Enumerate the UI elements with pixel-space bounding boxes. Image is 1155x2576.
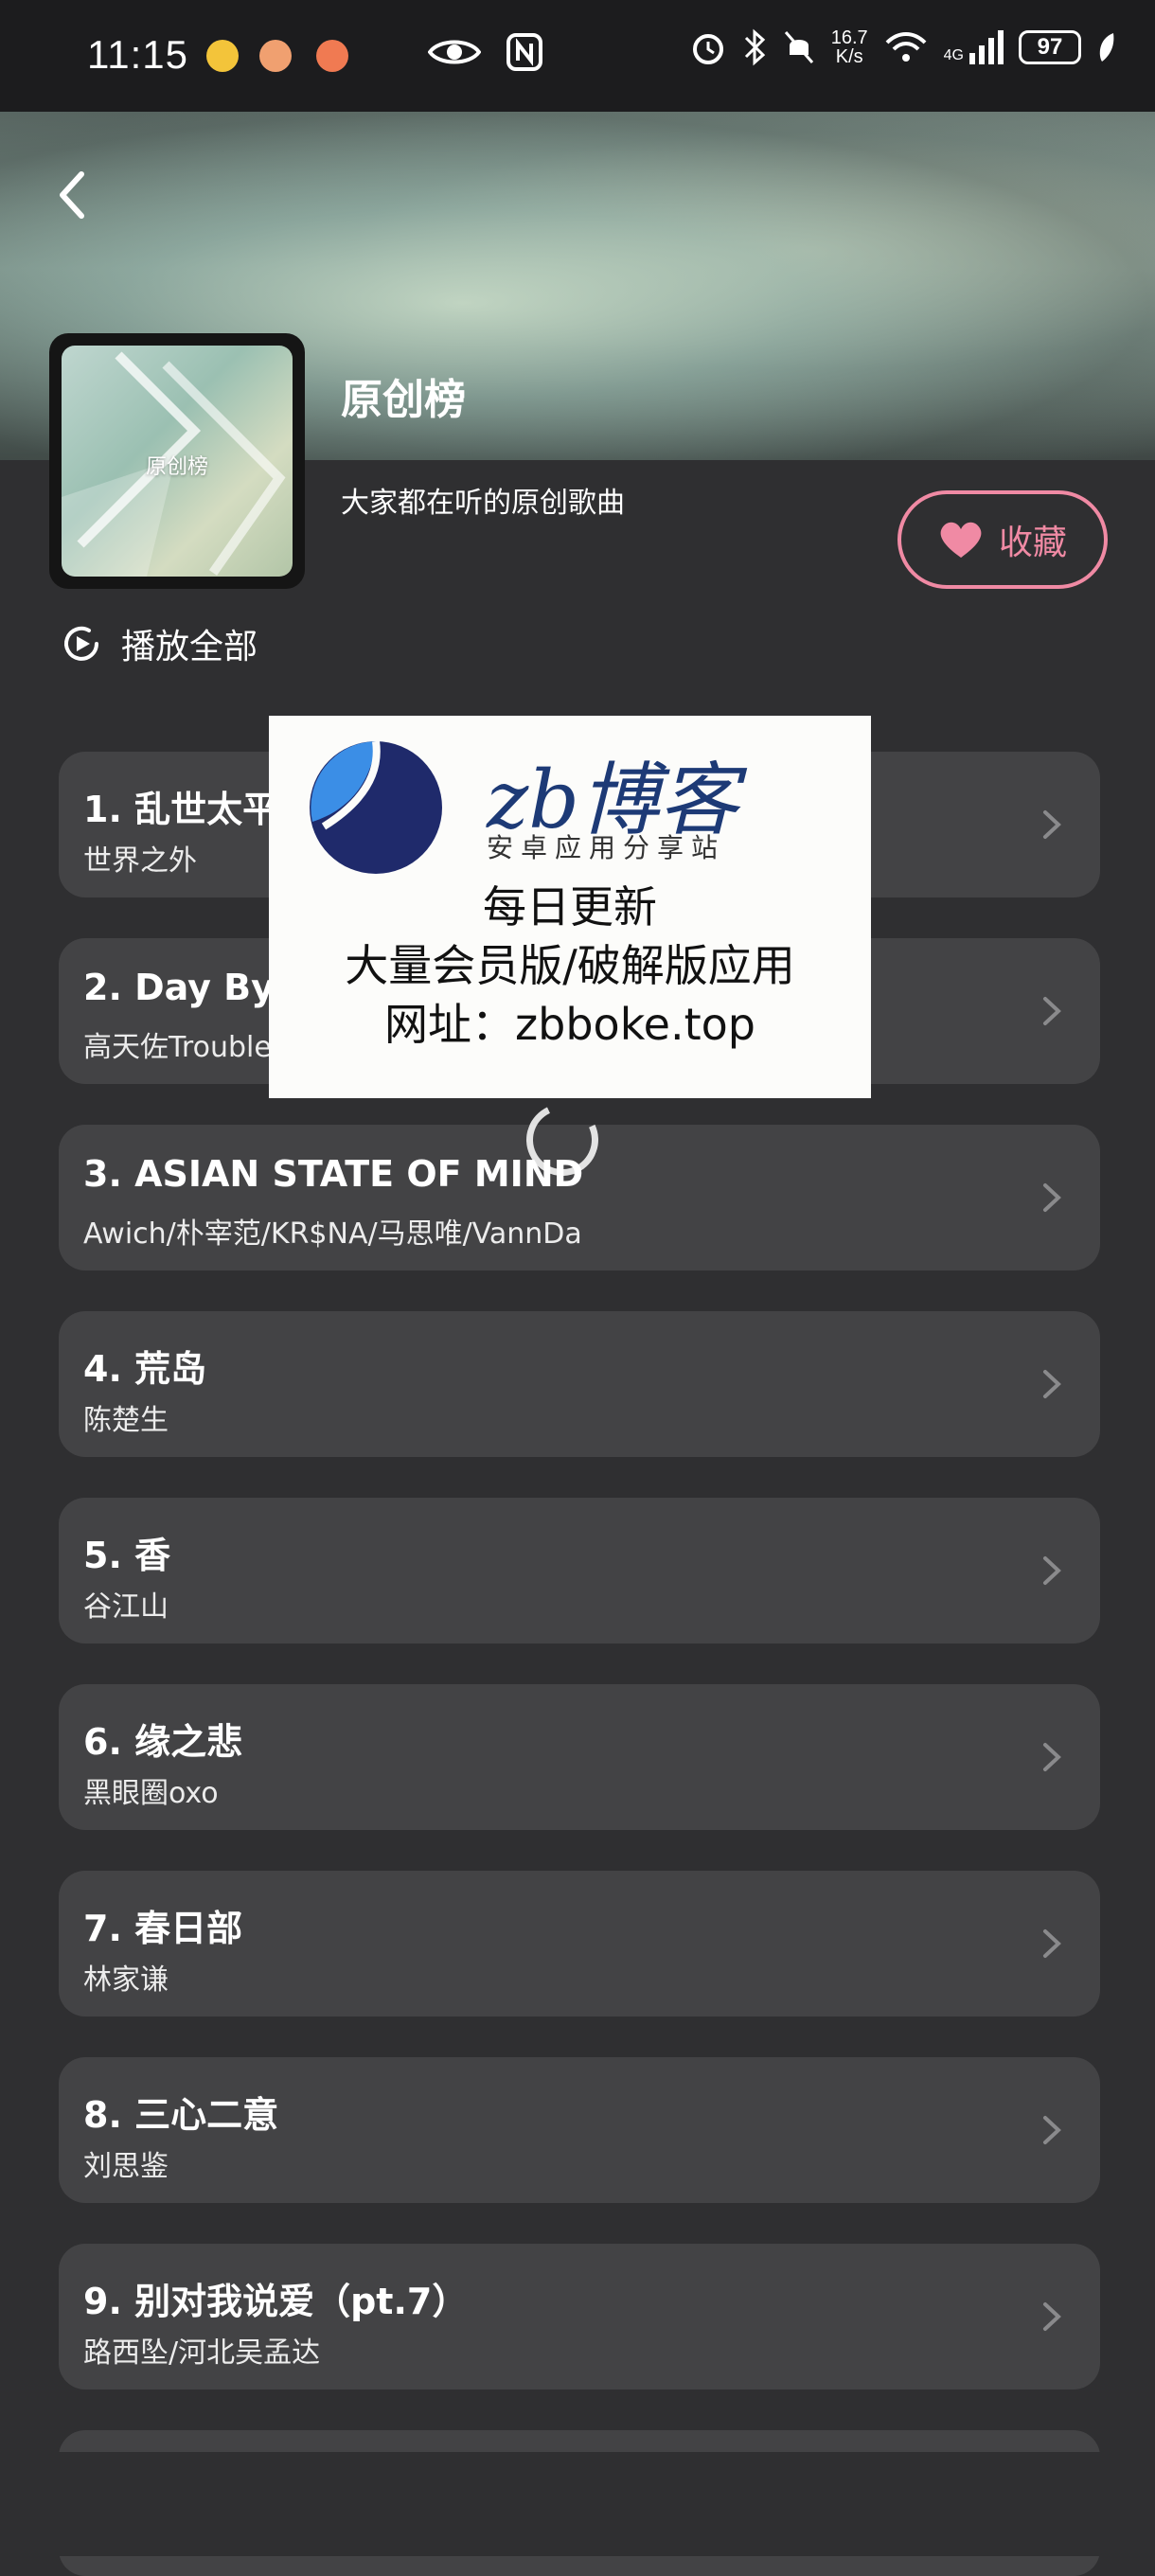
song-title: 9. 别对我说爱（pt.7） bbox=[83, 2281, 469, 2322]
watermark-line: 大量会员版/破解版应用 bbox=[345, 940, 795, 991]
song-title: 7. 春日部 bbox=[83, 1908, 243, 1949]
song-row[interactable]: 9. 别对我说爱（pt.7） 路西坠/河北吴孟达 bbox=[59, 2244, 1100, 2389]
bluetooth-icon bbox=[744, 28, 765, 66]
chevron-right-icon bbox=[1043, 1556, 1061, 1585]
playlist-cover: 原创榜 bbox=[49, 333, 305, 589]
chevron-right-icon bbox=[1043, 997, 1061, 1025]
notification-app-icon bbox=[259, 40, 292, 72]
song-title: 5. 香 bbox=[83, 1535, 171, 1576]
cell-signal-icon: 4G bbox=[944, 30, 1004, 64]
collect-label: 收藏 bbox=[998, 524, 1067, 562]
notification-app-icon bbox=[316, 40, 348, 72]
watermark-line: 每日更新 bbox=[483, 881, 657, 933]
leaf-icon bbox=[1099, 33, 1114, 62]
heart-icon bbox=[940, 522, 982, 558]
watermark-tagline: 安卓应用分享站 bbox=[487, 832, 726, 863]
watermark-overlay: zb博客 安卓应用分享站 每日更新 大量会员版/破解版应用 网址：zbboke.… bbox=[269, 716, 871, 1098]
bottom-area bbox=[0, 2452, 1155, 2556]
alarm-icon bbox=[692, 34, 723, 64]
song-title: 8. 三心二意 bbox=[83, 2094, 279, 2136]
cover-label: 原创榜 bbox=[145, 455, 208, 479]
mute-bell-icon bbox=[784, 31, 813, 63]
chevron-right-icon bbox=[1043, 2116, 1061, 2144]
song-row[interactable]: 6. 缘之悲 黑眼圈oxo bbox=[59, 1684, 1100, 1830]
page-subtitle: 大家都在听的原创歌曲 bbox=[341, 487, 625, 520]
song-artist: 世界之外 bbox=[83, 844, 197, 878]
chevron-right-icon bbox=[1043, 1370, 1061, 1398]
song-artist: 刘思鉴 bbox=[83, 2150, 169, 2183]
chevron-right-icon bbox=[1043, 1743, 1061, 1771]
watermark-line: 网址：zbboke.top bbox=[384, 999, 755, 1050]
song-title: 6. 缘之悲 bbox=[83, 1721, 243, 1763]
battery-indicator: 97 bbox=[1019, 30, 1081, 64]
play-all-button[interactable]: 播放全部 bbox=[61, 619, 258, 668]
eye-icon bbox=[428, 40, 481, 64]
song-title: 3. ASIAN STATE OF MIND bbox=[83, 1153, 584, 1195]
status-time: 11:15 bbox=[87, 32, 188, 77]
song-artist: 黑眼圈oxo bbox=[83, 1777, 219, 1810]
song-title: 4. 荒岛 bbox=[83, 1348, 207, 1390]
notification-app-icon bbox=[206, 40, 239, 72]
back-arrow-icon[interactable] bbox=[49, 167, 97, 223]
play-circle-icon bbox=[64, 626, 98, 661]
status-bar: 11:15 16.7 K/s 4G 97 bbox=[0, 0, 1155, 112]
song-row[interactable]: 4. 荒岛 陈楚生 bbox=[59, 1311, 1100, 1457]
chevron-right-icon bbox=[1043, 1183, 1061, 1212]
song-row[interactable]: 5. 香 谷江山 bbox=[59, 1498, 1100, 1643]
wifi-icon bbox=[885, 32, 927, 62]
cover-artwork: 原创榜 bbox=[62, 346, 293, 577]
song-artist: 陈楚生 bbox=[83, 1404, 169, 1437]
song-artist: Awich/朴宰范/KR$NA/马思唯/VannDa bbox=[83, 1217, 582, 1251]
song-row[interactable]: 7. 春日部 林家谦 bbox=[59, 1871, 1100, 2016]
song-artist: 路西坠/河北吴孟达 bbox=[83, 2336, 321, 2370]
play-all-label: 播放全部 bbox=[121, 628, 258, 666]
song-artist: 谷江山 bbox=[83, 1590, 169, 1624]
song-title: 1. 乱世太平 bbox=[83, 789, 279, 830]
chevron-right-icon bbox=[1043, 2302, 1061, 2331]
chevron-right-icon bbox=[1043, 810, 1061, 839]
chevron-right-icon bbox=[1043, 1929, 1061, 1958]
page-title: 原创榜 bbox=[341, 376, 466, 424]
collect-button[interactable]: 收藏 bbox=[897, 490, 1108, 589]
network-speed: 16.7 K/s bbox=[830, 27, 868, 67]
watermark-logo bbox=[310, 740, 442, 874]
nfc-icon bbox=[506, 33, 542, 71]
song-artist: 林家谦 bbox=[83, 1963, 169, 1997]
song-row[interactable]: 8. 三心二意 刘思鉴 bbox=[59, 2057, 1100, 2203]
song-artist: 高天佐Trouble bbox=[83, 1031, 272, 1064]
